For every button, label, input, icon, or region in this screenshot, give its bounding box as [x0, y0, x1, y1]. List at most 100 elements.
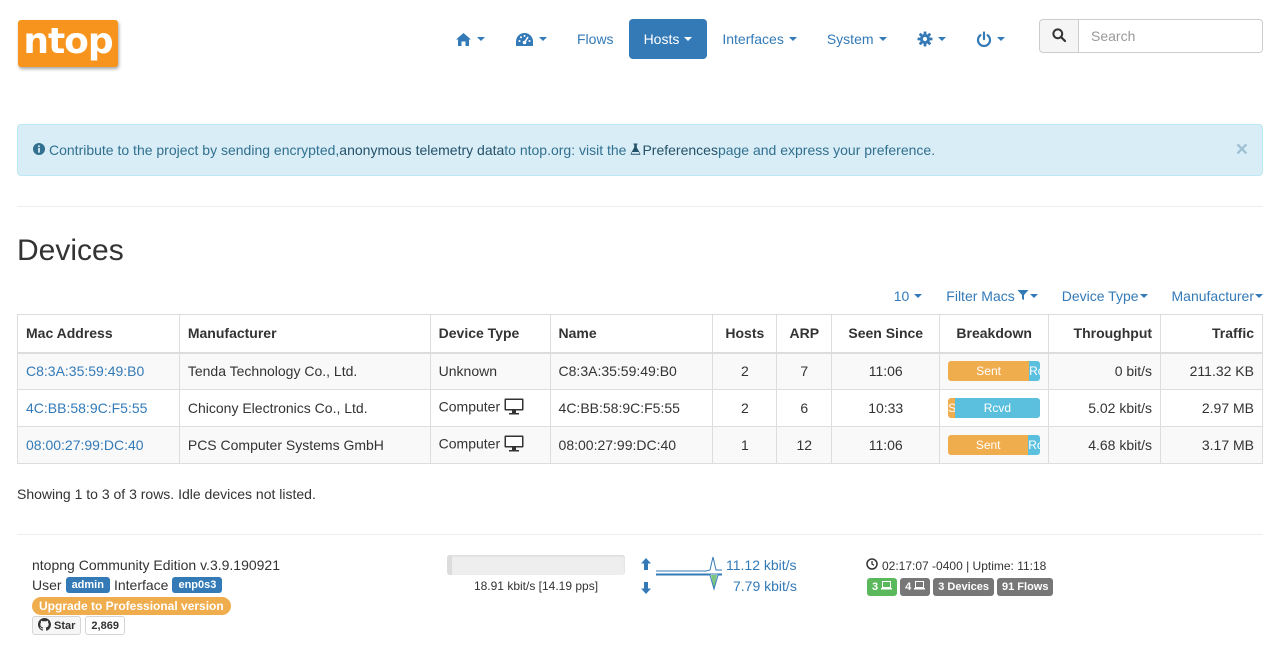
breakdown-cell: Sent Rcvd — [939, 352, 1050, 390]
power-icon — [976, 30, 992, 48]
clock-icon — [866, 558, 878, 573]
computer-icon — [504, 435, 524, 455]
hosts-cell: 1 — [712, 426, 778, 464]
main-nav: Flows Hosts Interfaces System — [440, 19, 1020, 59]
table-row: 08:00:27:99:DC:40 PCS Computer Systems G… — [17, 426, 1263, 464]
preferences-link[interactable]: Preferences — [642, 142, 717, 158]
github-star-label: Star — [54, 619, 76, 632]
github-star-count[interactable]: 2,869 — [85, 616, 125, 635]
name-cell: 4C:BB:58:9C:F5:55 — [549, 389, 714, 427]
download-throughput[interactable]: 7.79 kbit/s — [733, 578, 797, 594]
device-type-label: Device Type — [1061, 288, 1139, 304]
interface-load-bar — [447, 555, 625, 575]
nav-dashboard-menu[interactable] — [500, 19, 562, 59]
column-header-device-type[interactable]: Device Type — [429, 314, 551, 354]
nav-flows-label: Flows — [577, 31, 614, 47]
column-header-seen-since[interactable]: Seen Since — [831, 314, 941, 354]
nav-hosts-menu[interactable]: Hosts — [628, 19, 708, 59]
telemetry-alert: Contribute to the project by sending enc… — [17, 124, 1263, 176]
table-header-row: Mac Address Manufacturer Device Type Nam… — [17, 314, 1263, 354]
manufacturer-cell: Tenda Technology Co., Ltd. — [178, 352, 431, 390]
manufacturer-cell: Chicony Electronics Co., Ltd. — [178, 389, 431, 427]
column-header-traffic[interactable]: Traffic — [1160, 314, 1263, 354]
search-group — [1039, 19, 1263, 53]
table-row: C8:3A:35:59:49:B0 Tenda Technology Co., … — [17, 352, 1263, 390]
nav-flows[interactable]: Flows — [562, 19, 629, 59]
traffic-arrows — [639, 557, 653, 598]
close-icon[interactable]: × — [1236, 139, 1248, 160]
info-icon — [33, 142, 45, 158]
manufacturer-label: Manufacturer — [1171, 288, 1254, 304]
hosts-cell: 2 — [712, 389, 778, 427]
chevron-down-icon — [937, 37, 946, 41]
devices-badge[interactable]: 3 Devices — [933, 578, 995, 596]
page-size-dropdown[interactable]: 10 — [894, 288, 923, 304]
nav-settings-menu[interactable] — [902, 19, 961, 59]
column-header-manufacturer[interactable]: Manufacturer — [178, 314, 431, 354]
home-icon — [455, 32, 472, 47]
arrow-up-icon — [639, 557, 653, 574]
chevron-down-icon — [477, 37, 485, 41]
flows-badge[interactable]: 91 Flows — [997, 578, 1054, 596]
column-header-throughput[interactable]: Throughput — [1048, 314, 1162, 354]
remote-hosts-badge[interactable]: 4 — [900, 578, 931, 596]
column-header-arp[interactable]: ARP — [776, 314, 833, 354]
telemetry-link[interactable]: anonymous telemetry data — [339, 142, 504, 158]
nav-system-menu[interactable]: System — [812, 19, 902, 59]
search-input[interactable] — [1079, 19, 1263, 53]
throughput-cell: 4.68 kbit/s — [1048, 426, 1162, 464]
mac-link[interactable]: 08:00:27:99:DC:40 — [26, 437, 144, 453]
upload-throughput[interactable]: 11.12 kbit/s — [726, 557, 797, 573]
devices-table: Mac Address Manufacturer Device Type Nam… — [17, 314, 1263, 464]
throughput-sparkline — [656, 553, 722, 598]
interface-label: Interface — [113, 577, 169, 593]
breakdown-bar: Sent Rcvd — [948, 398, 1041, 418]
breakdown-cell: Sent Rcvd — [939, 389, 1050, 427]
seen-since-cell: 11:06 — [831, 426, 941, 464]
filter-macs-dropdown[interactable]: Filter Macs — [946, 288, 1038, 304]
table-row: 4C:BB:58:9C:F5:55 Chicony Electronics Co… — [17, 389, 1263, 427]
local-hosts-badge[interactable]: 3 — [867, 578, 898, 596]
device-type-label: Unknown — [438, 363, 498, 380]
github-star-widget: Star 2,869 — [32, 616, 125, 635]
column-header-hosts[interactable]: Hosts — [712, 314, 778, 354]
table-summary: Showing 1 to 3 of 3 rows. Idle devices n… — [17, 486, 316, 502]
laptop-icon — [914, 581, 926, 593]
interface-load-fill — [447, 555, 453, 575]
upgrade-button[interactable]: Upgrade to Professional version — [32, 597, 231, 615]
computer-icon — [504, 398, 524, 418]
name-cell: 08:00:27:99:DC:40 — [549, 426, 714, 464]
chevron-down-icon — [996, 37, 1005, 41]
arp-cell: 12 — [776, 426, 833, 464]
chevron-down-icon — [1255, 294, 1263, 298]
breakdown-bar: Sent Rcvd — [948, 361, 1041, 382]
nav-hosts-label: Hosts — [643, 31, 680, 47]
column-header-name[interactable]: Name — [549, 314, 714, 354]
sent-segment: Sent — [948, 435, 1029, 455]
ntop-logo[interactable]: ntop — [18, 20, 118, 67]
search-button[interactable] — [1039, 19, 1079, 53]
interface-badge[interactable]: enp0s3 — [172, 577, 223, 593]
nav-interfaces-menu[interactable]: Interfaces — [707, 19, 811, 59]
device-type-cell: Computer — [429, 389, 551, 427]
mac-link[interactable]: 4C:BB:58:9C:F5:55 — [26, 400, 147, 416]
user-info: User admin Interface enp0s3 — [32, 577, 223, 593]
column-header-breakdown: Breakdown — [939, 314, 1050, 354]
search-icon — [1052, 27, 1067, 45]
device-type-dropdown[interactable]: Device Type — [1062, 288, 1148, 304]
name-cell: C8:3A:35:59:49:B0 — [549, 352, 714, 390]
nav-power-menu[interactable] — [961, 19, 1020, 59]
throughput-cell: 5.02 kbit/s — [1048, 389, 1162, 427]
traffic-cell: 2.97 MB — [1160, 389, 1263, 427]
column-header-mac[interactable]: Mac Address — [17, 314, 180, 354]
alert-text: page and express your preference. — [717, 142, 936, 158]
nav-home-menu[interactable] — [440, 19, 500, 59]
mac-link[interactable]: C8:3A:35:59:49:B0 — [26, 363, 144, 379]
manufacturer-dropdown[interactable]: Manufacturer — [1172, 288, 1263, 304]
flask-icon — [630, 142, 641, 158]
github-star-button[interactable]: Star — [32, 616, 82, 635]
rcvd-segment: Rcvd — [954, 398, 1041, 418]
rcvd-segment: Rcvd — [1028, 435, 1041, 455]
hosts-cell: 2 — [712, 352, 778, 390]
user-badge[interactable]: admin — [65, 577, 110, 593]
